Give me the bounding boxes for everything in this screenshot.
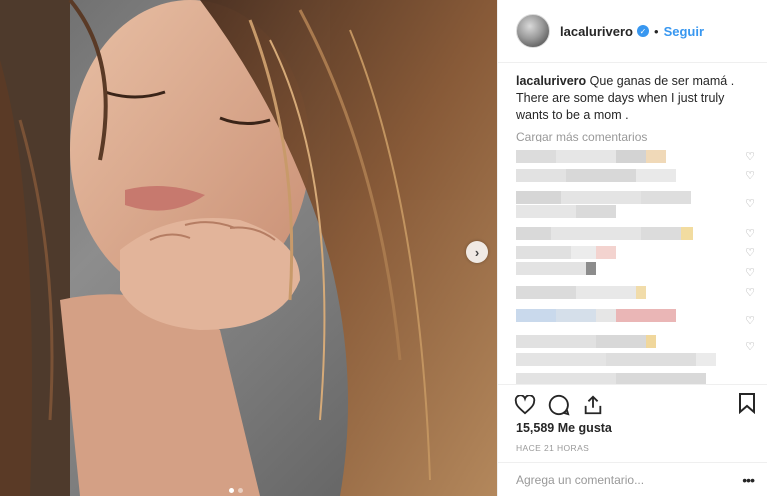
caption-username[interactable]: lacalurivero (516, 74, 586, 88)
heart-icon[interactable] (512, 392, 538, 418)
comment-input[interactable] (516, 472, 716, 487)
comment-like-icon[interactable]: ♡ (744, 267, 756, 279)
censored-comment (516, 286, 646, 299)
avatar[interactable] (516, 14, 550, 48)
carousel-dot (229, 488, 234, 493)
follow-button[interactable]: Seguir (664, 24, 704, 39)
comment-like-icon[interactable]: ♡ (744, 247, 756, 259)
action-bar (498, 384, 767, 424)
photo-illustration (0, 0, 497, 496)
censored-comment (516, 169, 676, 182)
carousel-dot (238, 488, 243, 493)
post-header: lacalurivero ✓ • Seguir (498, 0, 767, 63)
censored-comment (516, 335, 656, 348)
comment-like-icon[interactable]: ♡ (744, 341, 756, 353)
share-icon[interactable] (580, 392, 606, 418)
comment-like-icon[interactable]: ♡ (744, 287, 756, 299)
comments-area: lacalurivero Que ganas de ser mamá . The… (516, 73, 756, 385)
censored-comment (516, 227, 693, 240)
carousel-dots (229, 488, 243, 493)
more-options-icon[interactable]: ••• (742, 472, 755, 488)
header-username[interactable]: lacalurivero (560, 24, 633, 39)
load-more-comments[interactable]: Cargar más comentarios (516, 130, 756, 142)
instagram-post: › lacalurivero ✓ • Seguir lacalurivero Q… (0, 0, 767, 496)
comment-like-icon[interactable]: ♡ (744, 151, 756, 163)
comment-icon[interactable] (546, 392, 572, 418)
likes-count[interactable]: 15,589 Me gusta (516, 421, 612, 435)
censored-comment (516, 205, 616, 218)
add-comment-bar: ••• (498, 462, 767, 496)
censored-comment (516, 353, 716, 366)
censored-comment (516, 150, 666, 163)
censored-comment (516, 262, 596, 275)
censored-comment (516, 246, 616, 259)
caption: lacalurivero Que ganas de ser mamá . The… (516, 73, 756, 124)
post-sidebar: lacalurivero ✓ • Seguir lacalurivero Que… (497, 0, 767, 496)
comment-like-icon[interactable]: ♡ (744, 315, 756, 327)
censored-comment (516, 191, 691, 204)
post-timestamp[interactable]: HACE 21 HORAS (516, 443, 589, 453)
comment-like-icon[interactable]: ♡ (744, 228, 756, 240)
header-separator: • (654, 23, 659, 39)
censored-comment (516, 309, 676, 322)
next-photo-button[interactable]: › (466, 241, 488, 263)
verified-icon: ✓ (637, 25, 649, 37)
post-photo[interactable]: › (0, 0, 497, 496)
comment-like-icon[interactable]: ♡ (744, 170, 756, 182)
comment-like-icon[interactable]: ♡ (744, 198, 756, 210)
bookmark-icon[interactable] (738, 392, 756, 419)
